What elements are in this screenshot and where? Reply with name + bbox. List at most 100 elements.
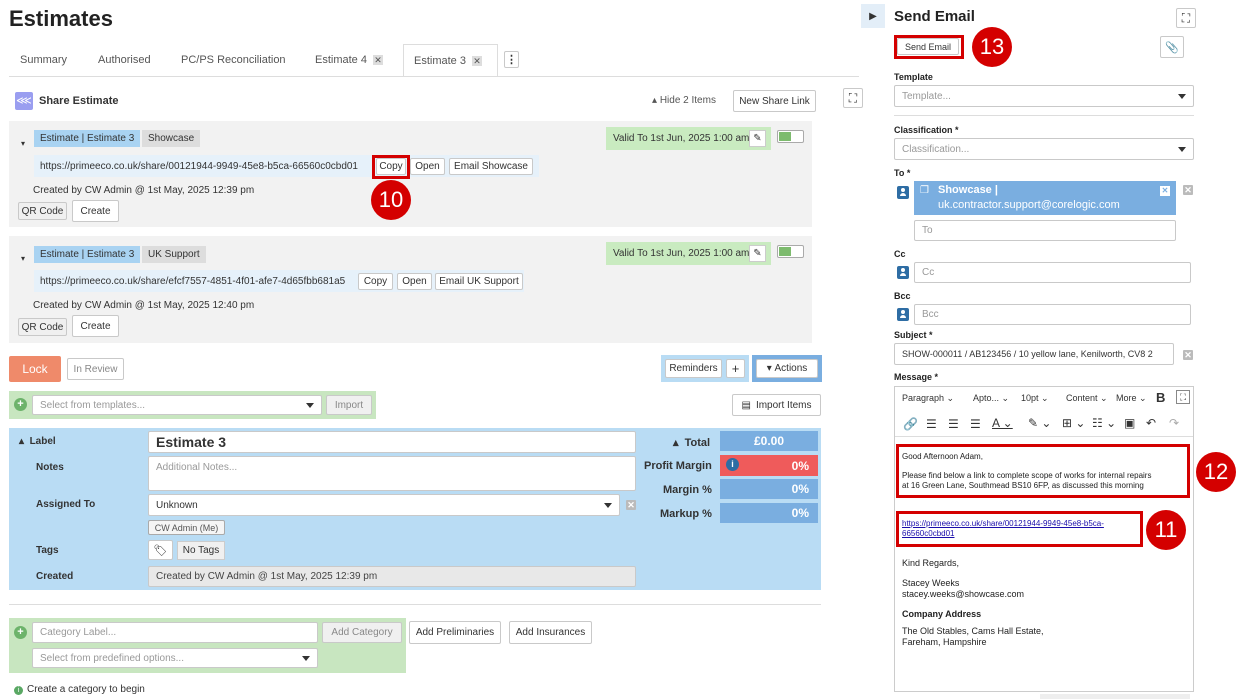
tab-estimate-3[interactable]: Estimate 3 ✕ [403, 44, 498, 77]
new-share-link-button[interactable]: New Share Link [733, 90, 816, 112]
image-icon[interactable]: ▣ [1124, 416, 1135, 430]
classification-label: Classification * [894, 125, 959, 135]
clear-icon[interactable]: ✕ [1183, 185, 1193, 195]
font-dropdown[interactable]: Apto... ⌄ [973, 393, 1009, 404]
predefined-options-select[interactable]: Select from predefined options... [32, 648, 318, 668]
templates-select[interactable]: Select from templates... [32, 395, 322, 415]
text-color-icon[interactable]: A ⌄ [992, 416, 1013, 430]
classification-select[interactable]: Classification... [894, 138, 1194, 160]
tags-value: No Tags [177, 541, 225, 560]
edit-icon[interactable]: ✎ [749, 245, 766, 262]
add-reminder-button[interactable]: + [726, 359, 745, 378]
undo-icon[interactable]: ↶ [1146, 416, 1156, 430]
link-icon[interactable]: 🔗 [903, 417, 918, 431]
notes-textarea[interactable]: Additional Notes... [148, 456, 636, 491]
tab-authorised[interactable]: Authorised [98, 44, 151, 76]
bcc-label: Bcc [894, 291, 911, 301]
contact-icon[interactable] [897, 308, 909, 321]
bcc-input[interactable]: Bcc [914, 304, 1191, 325]
create-button[interactable]: Create [72, 315, 119, 337]
open-button[interactable]: Open [410, 158, 445, 175]
add-circle-icon[interactable]: + [14, 626, 27, 639]
template-select[interactable]: Template... [894, 85, 1194, 107]
add-preliminaries-button[interactable]: Add Preliminaries [409, 621, 501, 644]
editor-fullscreen-icon[interactable]: ⛶ [1176, 390, 1190, 404]
document-icon: ▤ [741, 399, 751, 411]
created-value: Created by CW Admin @ 1st May, 2025 12:3… [148, 566, 636, 587]
contact-icon[interactable] [897, 186, 909, 199]
assign-me-chip[interactable]: CW Admin (Me) [148, 520, 225, 535]
cc-label: Cc [894, 249, 906, 259]
font-size-dropdown[interactable]: 10pt ⌄ [1021, 393, 1049, 404]
share-url: https://primeeco.co.uk/share/efcf7557-48… [40, 276, 346, 287]
estimate-chip: Estimate | Estimate 3 [34, 246, 141, 263]
clear-icon[interactable]: ✕ [1183, 350, 1193, 360]
send-email-title: Send Email [894, 8, 975, 25]
annotation-badge-12: 12 [1196, 452, 1236, 492]
annotation-badge-11: 11 [1146, 510, 1186, 550]
more-tabs-icon[interactable]: ⋮ [504, 51, 519, 68]
info-icon[interactable]: i [726, 458, 739, 471]
clear-icon[interactable]: ✕ [626, 500, 636, 510]
copy-contact-icon[interactable]: ❐ [920, 185, 929, 196]
in-review-button[interactable]: In Review [67, 358, 124, 380]
collapse-panel-button[interactable]: ▶ [861, 4, 885, 28]
redo-icon[interactable]: ↷ [1169, 416, 1179, 430]
align-left-icon[interactable]: ☰ [926, 417, 937, 431]
to-input[interactable]: To [914, 220, 1176, 241]
collapse-caret-icon[interactable]: ▾ [21, 254, 25, 263]
edit-icon[interactable]: ✎ [749, 130, 766, 147]
reminders-button[interactable]: Reminders [665, 359, 722, 378]
expand-icon[interactable]: ⛶ [843, 88, 863, 108]
create-button[interactable]: Create [72, 200, 119, 222]
list-icon[interactable]: ☷ ⌄ [1092, 416, 1116, 430]
import-items-button[interactable]: ▤ Import Items [732, 394, 821, 416]
add-circle-icon[interactable]: + [14, 398, 27, 411]
created-by-text: Created by CW Admin @ 1st May, 2025 12:4… [33, 300, 255, 311]
remove-icon[interactable]: ✕ [1160, 186, 1170, 196]
highlight-color-icon[interactable]: ✎ ⌄ [1028, 416, 1051, 430]
attachment-icon[interactable]: 📎 [1160, 36, 1184, 58]
collapse-caret-icon[interactable]: ▾ [21, 139, 25, 148]
email-recipient-button[interactable]: Email UK Support [435, 273, 523, 290]
qr-code-button[interactable]: QR Code [18, 202, 67, 220]
share-active-toggle[interactable] [777, 245, 804, 258]
info-icon: i [14, 686, 23, 695]
align-right-icon[interactable]: ☰ [970, 417, 981, 431]
highlight-copy [372, 155, 410, 179]
subject-input[interactable]: SHOW-000011 / AB123456 / 10 yellow lane,… [894, 343, 1174, 365]
more-dropdown[interactable]: More ⌄ [1116, 393, 1147, 404]
tab-estimate-4[interactable]: Estimate 4 ✕ [315, 44, 383, 76]
label-input[interactable]: Estimate 3 [148, 431, 636, 453]
actions-dropdown[interactable]: ▾ Actions [756, 359, 818, 378]
category-label-input[interactable]: Category Label... [32, 622, 318, 643]
align-center-icon[interactable]: ☰ [948, 417, 959, 431]
close-icon[interactable]: ✕ [471, 55, 482, 66]
hide-items-toggle[interactable]: ▴ Hide 2 Items [652, 95, 716, 106]
qr-code-button[interactable]: QR Code [18, 318, 67, 336]
markup-label: Markup % [660, 508, 712, 520]
close-icon[interactable]: ✕ [372, 55, 383, 65]
cc-input[interactable]: Cc [914, 262, 1191, 283]
add-category-button[interactable]: Add Category [322, 622, 402, 643]
assigned-to-select[interactable]: Unknown [148, 494, 620, 516]
paragraph-dropdown[interactable]: Paragraph ⌄ [902, 393, 954, 404]
add-insurances-button[interactable]: Add Insurances [509, 621, 592, 644]
table-icon[interactable]: ⊞ ⌄ [1062, 416, 1085, 430]
tag-icon[interactable]: 🏷 [148, 540, 173, 560]
bold-button[interactable]: B [1156, 390, 1165, 405]
contact-icon[interactable] [897, 266, 909, 279]
copy-button[interactable]: Copy [358, 273, 393, 290]
tab-pc-ps-reconciliation[interactable]: PC/PS Reconciliation [181, 44, 286, 76]
share-active-toggle[interactable] [777, 130, 804, 143]
content-dropdown[interactable]: Content ⌄ [1066, 393, 1108, 404]
import-button[interactable]: Import [326, 395, 372, 415]
highlight-send-email [894, 35, 964, 59]
section-divider [9, 604, 821, 605]
fullscreen-icon[interactable]: ⛶ [1176, 8, 1196, 28]
share-estimate-title: Share Estimate [39, 95, 119, 107]
email-recipient-button[interactable]: Email Showcase [449, 158, 533, 175]
open-button[interactable]: Open [397, 273, 432, 290]
lock-button[interactable]: Lock [9, 356, 61, 382]
tab-summary[interactable]: Summary [20, 44, 67, 76]
